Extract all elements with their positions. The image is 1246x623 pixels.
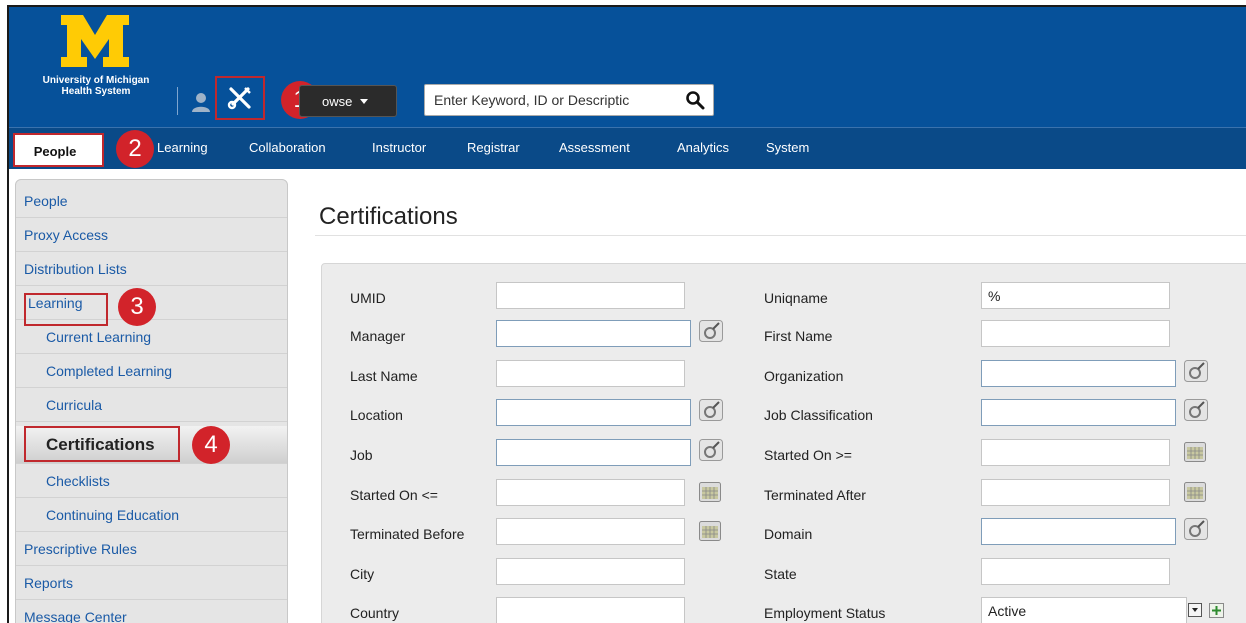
employment-status-value: Active	[988, 602, 1027, 619]
job-field[interactable]	[496, 439, 691, 466]
terminated-after-calendar-icon[interactable]	[1184, 482, 1206, 502]
sidebar-item-curricula[interactable]: Curricula	[16, 388, 287, 422]
logo-line-1: University of Michigan	[42, 75, 150, 86]
terminated-before-label: Terminated Before	[350, 526, 465, 542]
uniqname-label: Uniqname	[764, 290, 828, 306]
location-field[interactable]	[496, 399, 691, 426]
sidebar-item-proxy-access[interactable]: Proxy Access	[16, 218, 287, 252]
employment-status-label: Employment Status	[764, 605, 886, 621]
sidebar-item-message-center[interactable]: Message Center	[16, 600, 287, 623]
university-logo[interactable]: University of Michigan Health System	[31, 13, 161, 103]
terminated-before-calendar-icon[interactable]	[699, 521, 721, 541]
organization-label: Organization	[764, 368, 844, 384]
tab-instructor[interactable]: Instructor	[372, 140, 426, 155]
state-label: State	[764, 566, 797, 582]
first-name-label: First Name	[764, 328, 833, 344]
header-divider	[177, 87, 178, 115]
location-label: Location	[350, 407, 403, 423]
search-form: UMID Manager Last Name Location Job Star…	[321, 263, 1246, 623]
manager-picker-icon[interactable]	[699, 320, 723, 342]
tab-learning[interactable]: Learning	[157, 140, 208, 155]
job-classification-label: Job Classification	[764, 407, 873, 423]
terminated-after-label: Terminated After	[764, 487, 866, 503]
job-classification-picker-icon[interactable]	[1184, 399, 1208, 421]
tab-assessment[interactable]: Assessment	[559, 140, 630, 155]
main-nav: People 2 Learning Collaboration Instruct…	[9, 127, 1246, 169]
city-label: City	[350, 566, 375, 582]
domain-field[interactable]	[981, 518, 1176, 545]
tab-registrar[interactable]: Registrar	[467, 140, 520, 155]
tools-button[interactable]	[215, 76, 265, 120]
city-field[interactable]	[496, 558, 685, 585]
started-on-le-field[interactable]	[496, 479, 685, 506]
organization-field[interactable]	[981, 360, 1176, 387]
manager-field[interactable]	[496, 320, 691, 347]
block-m-logo	[61, 15, 129, 67]
sidebar-item-checklists[interactable]: Checklists	[16, 464, 287, 498]
country-label: Country	[350, 605, 400, 621]
sidebar-item-prescriptive-rules[interactable]: Prescriptive Rules	[16, 532, 287, 566]
first-name-field[interactable]	[981, 320, 1170, 347]
app-header: University of Michigan Health System 1 o…	[9, 7, 1246, 127]
user-icon[interactable]	[191, 91, 211, 113]
tools-icon	[227, 87, 251, 110]
uniqname-field[interactable]	[981, 282, 1170, 309]
started-on-le-label: Started On <=	[350, 487, 438, 503]
started-on-ge-label: Started On >=	[764, 447, 852, 463]
job-classification-field[interactable]	[981, 399, 1176, 426]
last-name-label: Last Name	[350, 368, 418, 384]
search-icon[interactable]	[685, 90, 705, 110]
country-field[interactable]	[496, 597, 685, 623]
search-box	[424, 84, 714, 116]
sidebar-item-current-learning[interactable]: Current Learning	[16, 320, 287, 354]
started-on-ge-calendar-icon[interactable]	[1184, 442, 1206, 462]
chevron-down-icon	[1192, 608, 1198, 612]
browse-label: owse	[322, 93, 353, 109]
domain-label: Domain	[764, 526, 813, 542]
logo-text: University of Michigan Health System	[31, 75, 161, 97]
browse-button[interactable]: owse	[299, 85, 397, 117]
sidebar-item-reports[interactable]: Reports	[16, 566, 287, 600]
organization-picker-icon[interactable]	[1184, 360, 1208, 382]
manager-label: Manager	[350, 328, 406, 344]
sidebar: People Proxy Access Distribution Lists L…	[15, 179, 288, 623]
terminated-after-field[interactable]	[981, 479, 1170, 506]
employment-status-select[interactable]: Active	[981, 597, 1187, 623]
started-on-le-calendar-icon[interactable]	[699, 482, 721, 502]
umid-label: UMID	[350, 290, 386, 306]
employment-status-dropdown[interactable]	[1188, 603, 1202, 617]
title-divider	[315, 235, 1246, 236]
sidebar-item-distribution-lists[interactable]: Distribution Lists	[16, 252, 287, 286]
sidebar-item-completed-learning[interactable]: Completed Learning	[16, 354, 287, 388]
nav-highlight-people: People	[13, 133, 104, 167]
sidebar-item-continuing-education[interactable]: Continuing Education	[16, 498, 287, 532]
started-on-ge-field[interactable]	[981, 439, 1170, 466]
page-title: Certifications	[319, 203, 458, 230]
tab-system[interactable]: System	[766, 140, 809, 155]
location-picker-icon[interactable]	[699, 399, 723, 421]
domain-picker-icon[interactable]	[1184, 518, 1208, 540]
state-field[interactable]	[981, 558, 1170, 585]
umid-field[interactable]	[496, 282, 685, 309]
job-label: Job	[350, 447, 373, 463]
job-picker-icon[interactable]	[699, 439, 723, 461]
chevron-down-icon	[360, 98, 369, 104]
tab-people[interactable]: People	[20, 139, 90, 163]
last-name-field[interactable]	[496, 360, 685, 387]
certifications-highlight	[24, 426, 180, 462]
callout-badge-2: 2	[116, 130, 154, 168]
terminated-before-field[interactable]	[496, 518, 685, 545]
tab-analytics[interactable]: Analytics	[677, 140, 729, 155]
tab-collaboration[interactable]: Collaboration	[249, 140, 326, 155]
add-icon[interactable]	[1209, 603, 1224, 618]
sidebar-item-people[interactable]: People	[16, 184, 287, 218]
logo-line-2: Health System	[61, 86, 131, 97]
callout-badge-4: 4	[192, 426, 230, 464]
app-window: University of Michigan Health System 1 o…	[7, 5, 1246, 623]
search-input[interactable]	[425, 85, 675, 115]
